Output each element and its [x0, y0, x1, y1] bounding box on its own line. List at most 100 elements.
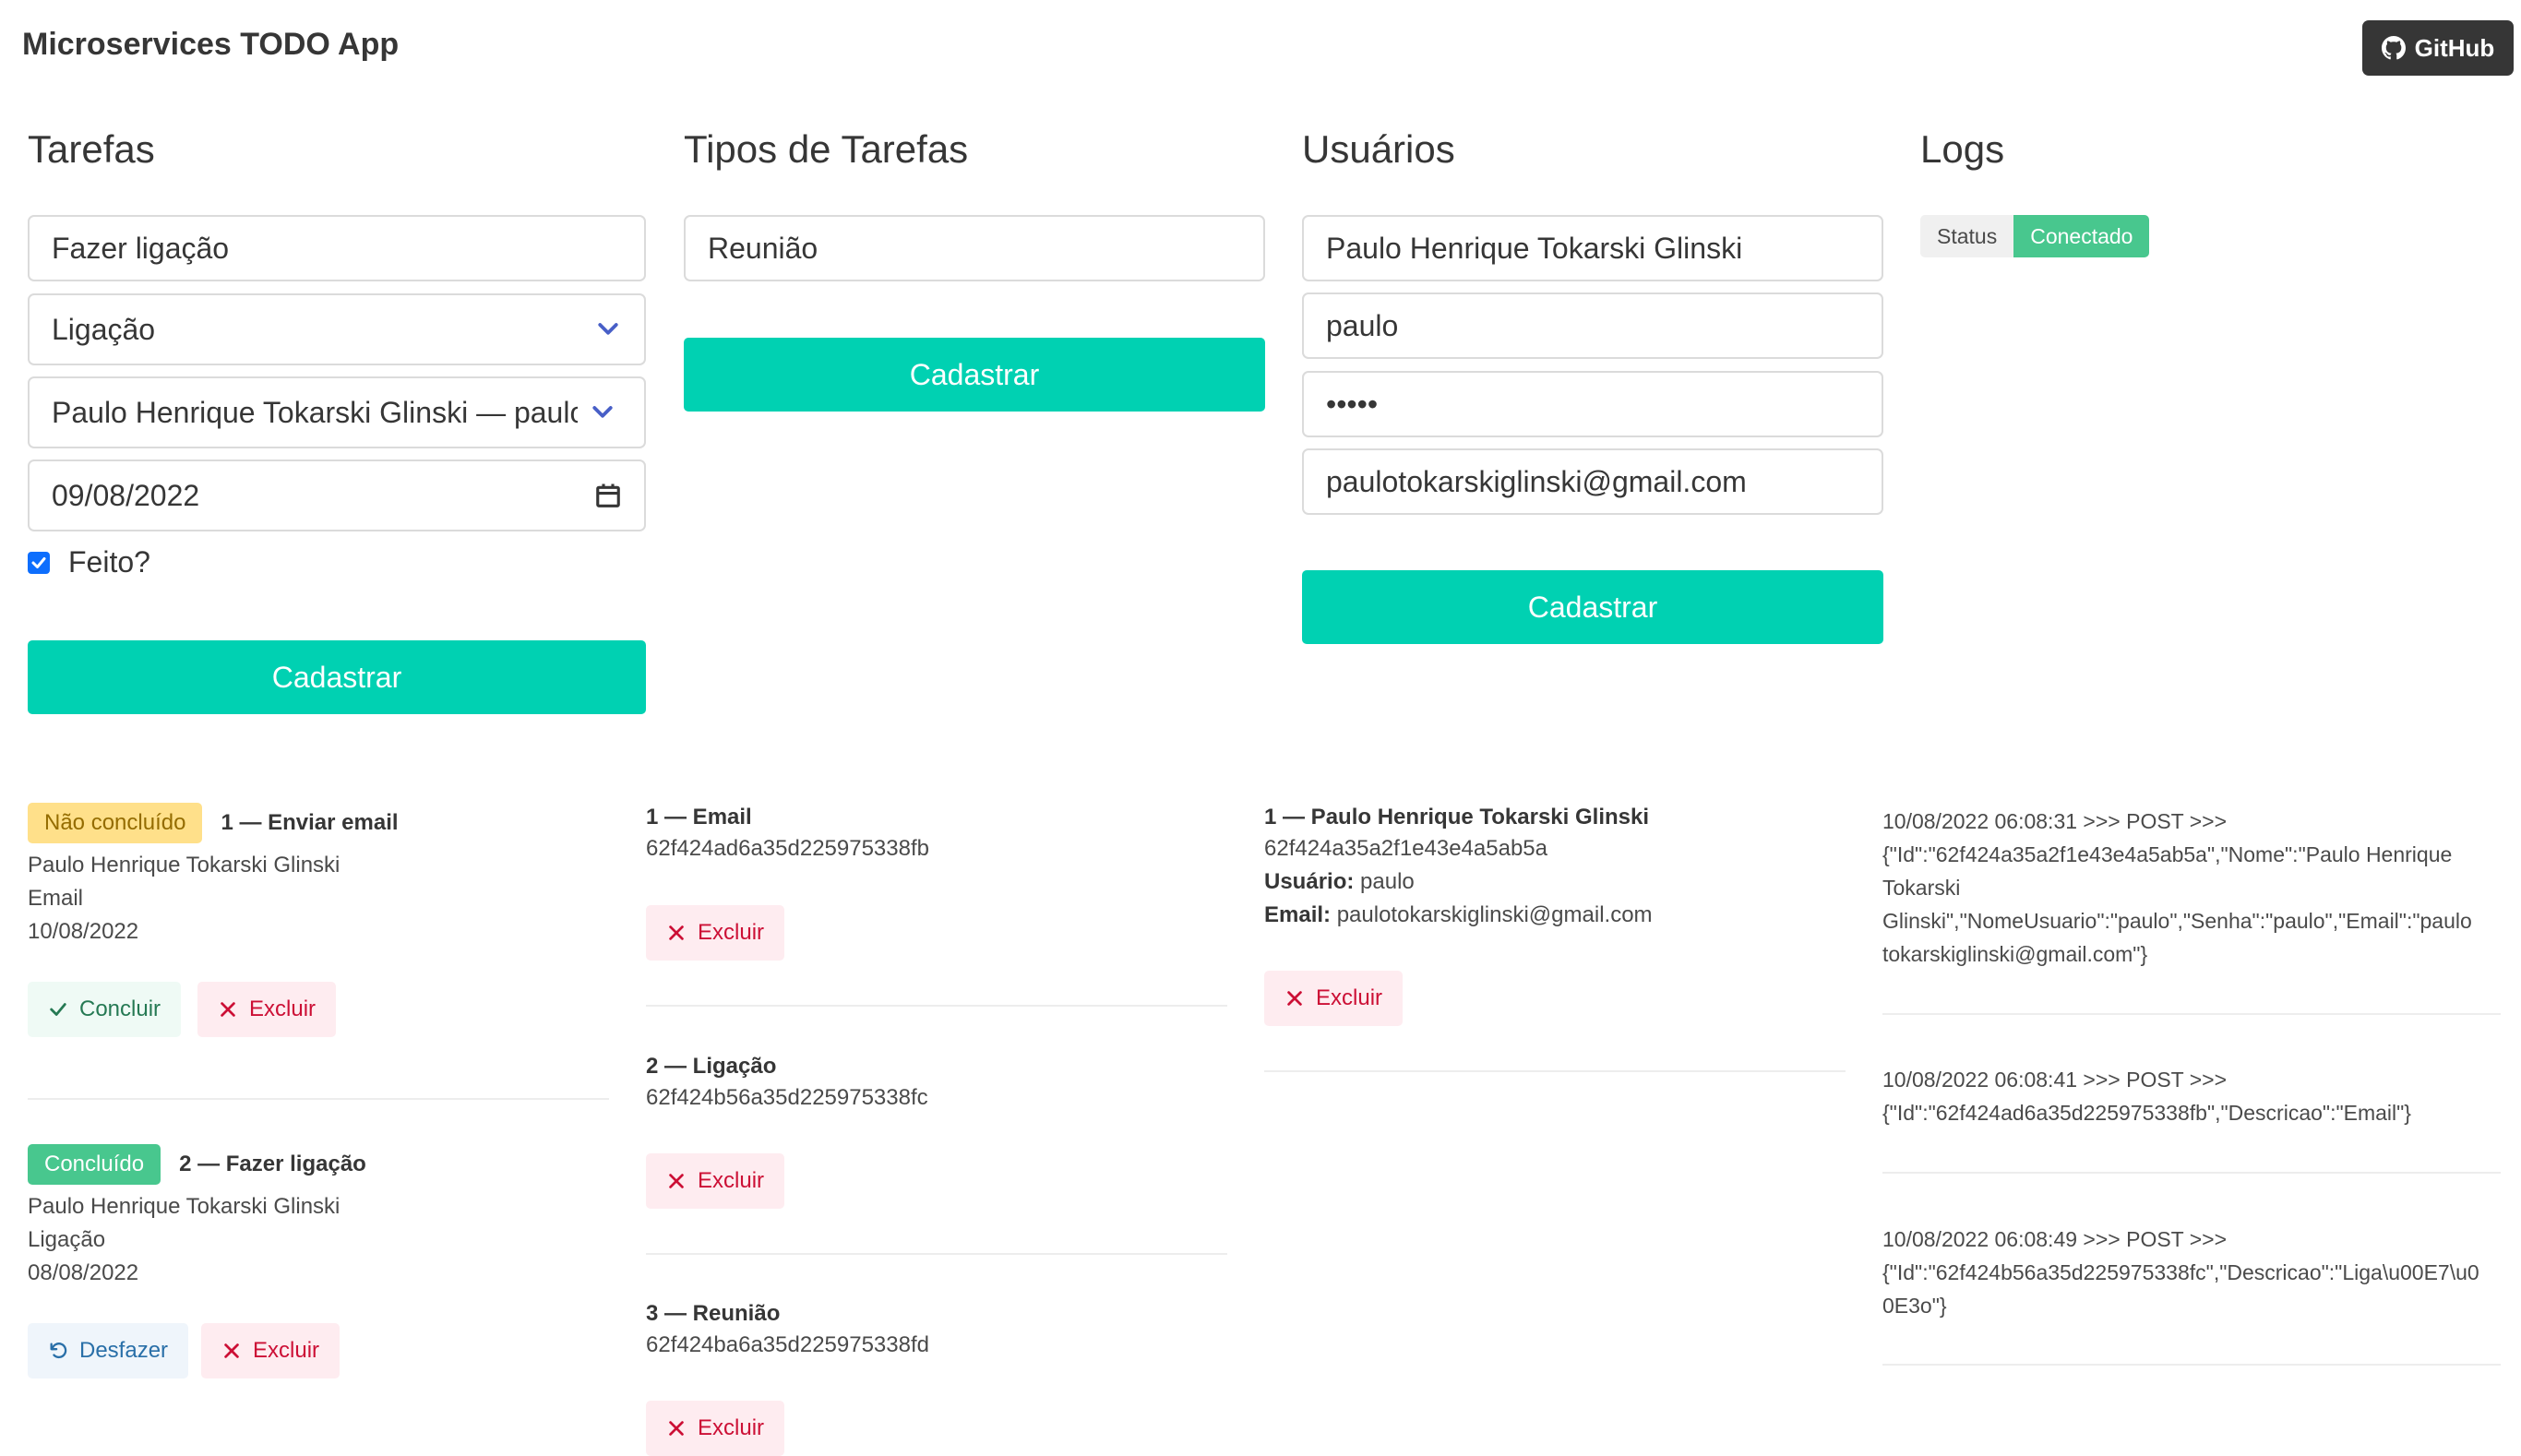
- log-body-line: Glinski","NomeUsuario":"paulo","Senha":"…: [1882, 909, 2472, 933]
- usuario-email-line: Email: paulotokarskiglinski@gmail.com: [1264, 899, 1653, 932]
- usuario-cadastrar-button[interactable]: Cadastrar: [1302, 570, 1883, 644]
- usuario-nome-value: Paulo Henrique Tokarski Glinski: [1326, 231, 1743, 265]
- usuario-username-line: Usuário: paulo: [1264, 865, 1653, 899]
- status-badge: Não concluído: [28, 803, 203, 843]
- tarefa-data-value: 09/08/2022: [52, 478, 200, 512]
- usuario-id: 62f424a35a2f1e43e4a5ab5a: [1264, 836, 1547, 861]
- tipo-descricao-input[interactable]: Reunião: [684, 215, 1265, 281]
- excluir-button[interactable]: Excluir: [646, 1153, 785, 1209]
- excluir-button[interactable]: Excluir: [201, 1323, 341, 1378]
- tipo-cadastrar-button[interactable]: Cadastrar: [684, 338, 1265, 412]
- github-label: GitHub: [2414, 33, 2495, 62]
- tarefa-item: Concluído 2 — Fazer ligação Paulo Henriq…: [28, 1144, 366, 1290]
- excluir-label: Excluir: [698, 1168, 765, 1193]
- tarefas-title: Tarefas: [28, 127, 155, 171]
- close-icon: [224, 1343, 239, 1358]
- excluir-button[interactable]: Excluir: [646, 1401, 785, 1456]
- desfazer-label: Desfazer: [79, 1338, 169, 1363]
- tarefa-title: 2 — Fazer ligação: [179, 1152, 366, 1176]
- usuario-title: 1 — Paulo Henrique Tokarski Glinski: [1264, 805, 1650, 829]
- tarefa-item: Não concluído 1 — Enviar email Paulo Hen…: [28, 803, 399, 949]
- tarefa-tipo-select[interactable]: Ligação: [28, 293, 646, 365]
- tarefa-descricao-input[interactable]: Fazer ligação: [28, 215, 646, 281]
- desfazer-button[interactable]: Desfazer: [28, 1323, 189, 1378]
- logs-title: Logs: [1920, 127, 2005, 171]
- usuario-username: paulo: [1360, 869, 1415, 894]
- tarefa-usuario-value: Paulo Henrique Tokarski Glinski — paulo: [52, 395, 578, 429]
- tarefa-tipo-value: Ligação: [52, 312, 156, 346]
- usuario-email-label: Email:: [1264, 902, 1332, 927]
- status-badge: Concluído: [28, 1144, 161, 1185]
- usuario-username-label: Usuário:: [1264, 869, 1355, 894]
- log-header: 10/08/2022 06:08:31 >>> POST >>>: [1882, 809, 2227, 833]
- divider: [1882, 1364, 2501, 1366]
- log-body-line: {"Id":"62f424a35a2f1e43e4a5ab5a","Nome":…: [1882, 842, 2453, 866]
- divider: [646, 1005, 1227, 1007]
- close-icon: [669, 1174, 684, 1188]
- usuario-email: paulotokarskiglinski@gmail.com: [1336, 902, 1653, 927]
- divider: [1882, 1013, 2501, 1015]
- tarefa-cadastrar-button[interactable]: Cadastrar: [28, 640, 646, 714]
- excluir-label: Excluir: [1316, 985, 1383, 1010]
- usuario-item: 1 — Paulo Henrique Tokarski Glinski 62f4…: [1264, 805, 1653, 932]
- close-icon: [1287, 991, 1302, 1006]
- tipo-descricao-value: Reunião: [708, 231, 818, 265]
- usuario-nome-input[interactable]: Paulo Henrique Tokarski Glinski: [1302, 215, 1883, 281]
- close-icon: [669, 1421, 684, 1436]
- usuario-senha-input[interactable]: •••••: [1302, 371, 1883, 437]
- usuarios-title: Usuários: [1302, 127, 1455, 171]
- excluir-label: Excluir: [698, 1415, 765, 1440]
- concluir-label: Concluir: [79, 997, 161, 1021]
- tarefa-descricao-value: Fazer ligação: [52, 231, 230, 265]
- close-icon: [221, 1002, 235, 1017]
- feito-checkbox-row[interactable]: Feito?: [28, 545, 150, 579]
- check-icon: [31, 556, 46, 568]
- excluir-label: Excluir: [249, 997, 317, 1021]
- github-button[interactable]: GitHub: [2362, 20, 2514, 76]
- connection-status: Status Conectado: [1920, 215, 2150, 257]
- divider: [646, 1253, 1227, 1255]
- excluir-button[interactable]: Excluir: [646, 905, 785, 961]
- app-title[interactable]: Microservices TODO App: [22, 27, 399, 63]
- log-body-line: tokarskiglinski@gmail.com"}: [1882, 942, 2148, 966]
- chevron-down-icon: [598, 323, 618, 335]
- status-value: Conectado: [2013, 215, 2150, 257]
- tipo-title: 1 — Email: [646, 805, 752, 829]
- tipo-id: 62f424b56a35d225975338fc: [646, 1085, 928, 1110]
- feito-label: Feito?: [68, 545, 150, 579]
- chevron-down-icon: [592, 406, 613, 418]
- tarefa-usuario-select[interactable]: Paulo Henrique Tokarski Glinski — paulo: [28, 376, 646, 448]
- log-body-line: 0E3o"}: [1882, 1294, 1947, 1318]
- concluir-button[interactable]: Concluir: [28, 982, 182, 1037]
- tarefa-data: 08/08/2022: [28, 1260, 139, 1285]
- tipos-title: Tipos de Tarefas: [684, 127, 969, 171]
- divider: [1264, 1070, 1846, 1072]
- excluir-button[interactable]: Excluir: [197, 982, 337, 1037]
- github-icon: [2381, 36, 2406, 60]
- log-header: 10/08/2022 06:08:41 >>> POST >>>: [1882, 1068, 2227, 1092]
- divider: [28, 1098, 609, 1100]
- feito-checkbox[interactable]: [28, 551, 50, 574]
- tarefa-usuario: Paulo Henrique Tokarski Glinski: [28, 1194, 341, 1219]
- tipo-title: 3 — Reunião: [646, 1301, 781, 1326]
- usuario-email-input[interactable]: paulotokarskiglinski@gmail.com: [1302, 448, 1883, 515]
- excluir-label: Excluir: [698, 920, 765, 945]
- tipo-item: 1 — Email 62f424ad6a35d225975338fb: [646, 805, 929, 865]
- usuario-username-value: paulo: [1326, 308, 1399, 342]
- undo-icon: [50, 1343, 67, 1359]
- usuario-username-input[interactable]: paulo: [1302, 292, 1883, 359]
- calendar-icon[interactable]: [594, 482, 622, 509]
- log-body-line: {"Id":"62f424b56a35d225975338fc","Descri…: [1882, 1260, 2479, 1284]
- log-body-line: {"Id":"62f424ad6a35d225975338fb","Descri…: [1882, 1101, 2411, 1125]
- log-entry: 10/08/2022 06:08:49 >>> POST >>> {"Id":"…: [1882, 1223, 2510, 1322]
- tipo-title: 2 — Ligação: [646, 1054, 777, 1079]
- tarefa-tipo: Email: [28, 886, 84, 911]
- tipo-item: 3 — Reunião 62f424ba6a35d225975338fd: [646, 1301, 929, 1362]
- excluir-button[interactable]: Excluir: [1264, 971, 1404, 1026]
- log-entry: 10/08/2022 06:08:41 >>> POST >>> {"Id":"…: [1882, 1063, 2510, 1129]
- tarefa-data-input[interactable]: 09/08/2022: [28, 459, 646, 531]
- log-header: 10/08/2022 06:08:49 >>> POST >>>: [1882, 1227, 2227, 1251]
- tipo-id: 62f424ba6a35d225975338fd: [646, 1332, 929, 1357]
- navbar: Microservices TODO App GitHub: [0, 0, 2521, 97]
- divider: [1882, 1172, 2501, 1174]
